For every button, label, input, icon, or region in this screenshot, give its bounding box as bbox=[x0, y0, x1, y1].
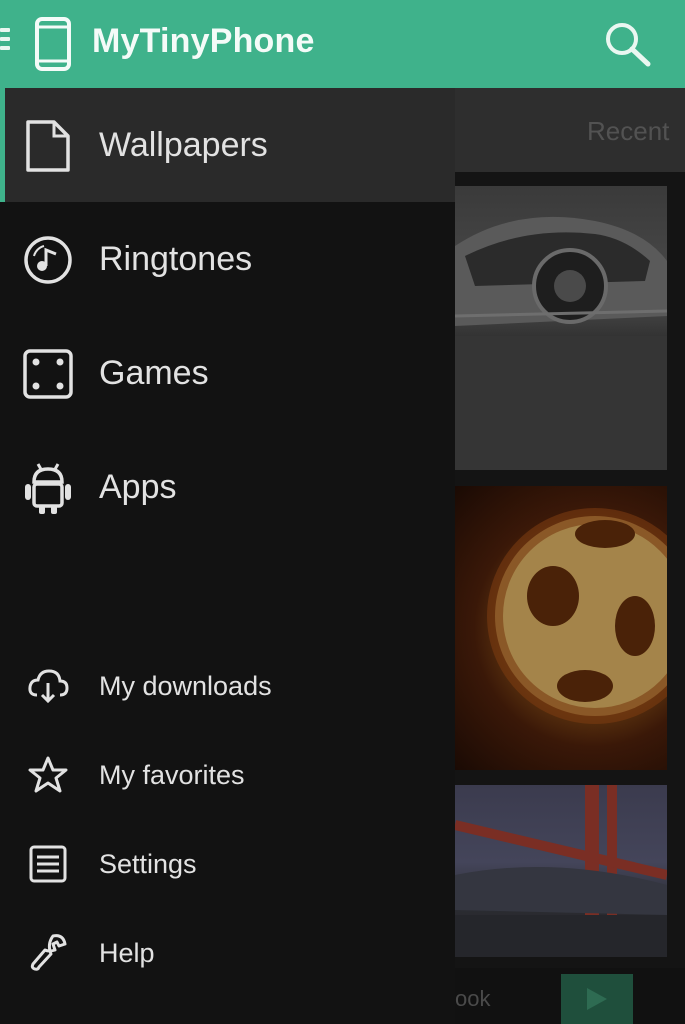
nav-item-label: My downloads bbox=[99, 671, 272, 701]
document-icon bbox=[20, 118, 76, 174]
nav-item-label: Wallpapers bbox=[99, 126, 268, 164]
nav-item-label: Games bbox=[99, 354, 209, 392]
app-bar: MyTinyPhone bbox=[0, 0, 685, 88]
nav-item-label: Ringtones bbox=[99, 240, 253, 278]
bottom-text: ook bbox=[455, 986, 491, 1011]
nav-item-label: Help bbox=[99, 938, 155, 968]
nav-item-apps[interactable]: Apps bbox=[0, 430, 455, 544]
nav-item-settings[interactable]: Settings bbox=[0, 819, 455, 908]
music-disc-icon bbox=[20, 232, 76, 288]
tab-recent[interactable]: Recent bbox=[587, 116, 669, 147]
settings-panel-icon bbox=[27, 843, 69, 885]
nav-item-my-favorites[interactable]: My favorites bbox=[0, 730, 455, 819]
wallpaper-thumbnail-car[interactable] bbox=[455, 186, 667, 470]
nav-item-label: Settings bbox=[99, 849, 197, 879]
nav-item-ringtones[interactable]: Ringtones bbox=[0, 202, 455, 316]
smartphone-icon bbox=[33, 17, 73, 71]
dice-icon bbox=[20, 346, 76, 402]
hamburger-icon[interactable] bbox=[0, 28, 12, 58]
nav-item-help[interactable]: Help bbox=[0, 908, 455, 997]
cloud-download-icon bbox=[27, 665, 69, 707]
nav-item-games[interactable]: Games bbox=[0, 316, 455, 430]
search-icon[interactable] bbox=[600, 18, 656, 70]
background-content: Recent ook bbox=[455, 88, 685, 1024]
star-icon bbox=[27, 754, 69, 796]
app-title: MyTinyPhone bbox=[92, 22, 315, 60]
navigation-drawer: Wallpapers Ringtones Games Apps My downl… bbox=[0, 88, 455, 1024]
bottom-strip: ook bbox=[455, 968, 685, 1024]
nav-item-label: My favorites bbox=[99, 760, 245, 790]
nav-item-wallpapers[interactable]: Wallpapers bbox=[0, 88, 455, 202]
forward-button[interactable] bbox=[561, 974, 633, 1024]
wallpaper-thumbnail-fireball[interactable] bbox=[455, 486, 667, 770]
wrench-icon bbox=[27, 932, 69, 974]
nav-item-label: Apps bbox=[99, 468, 177, 506]
wallpaper-thumbnail-bridge[interactable] bbox=[455, 785, 667, 957]
android-icon bbox=[20, 460, 76, 516]
nav-item-my-downloads[interactable]: My downloads bbox=[0, 641, 455, 730]
tab-bar: Recent bbox=[455, 88, 685, 172]
